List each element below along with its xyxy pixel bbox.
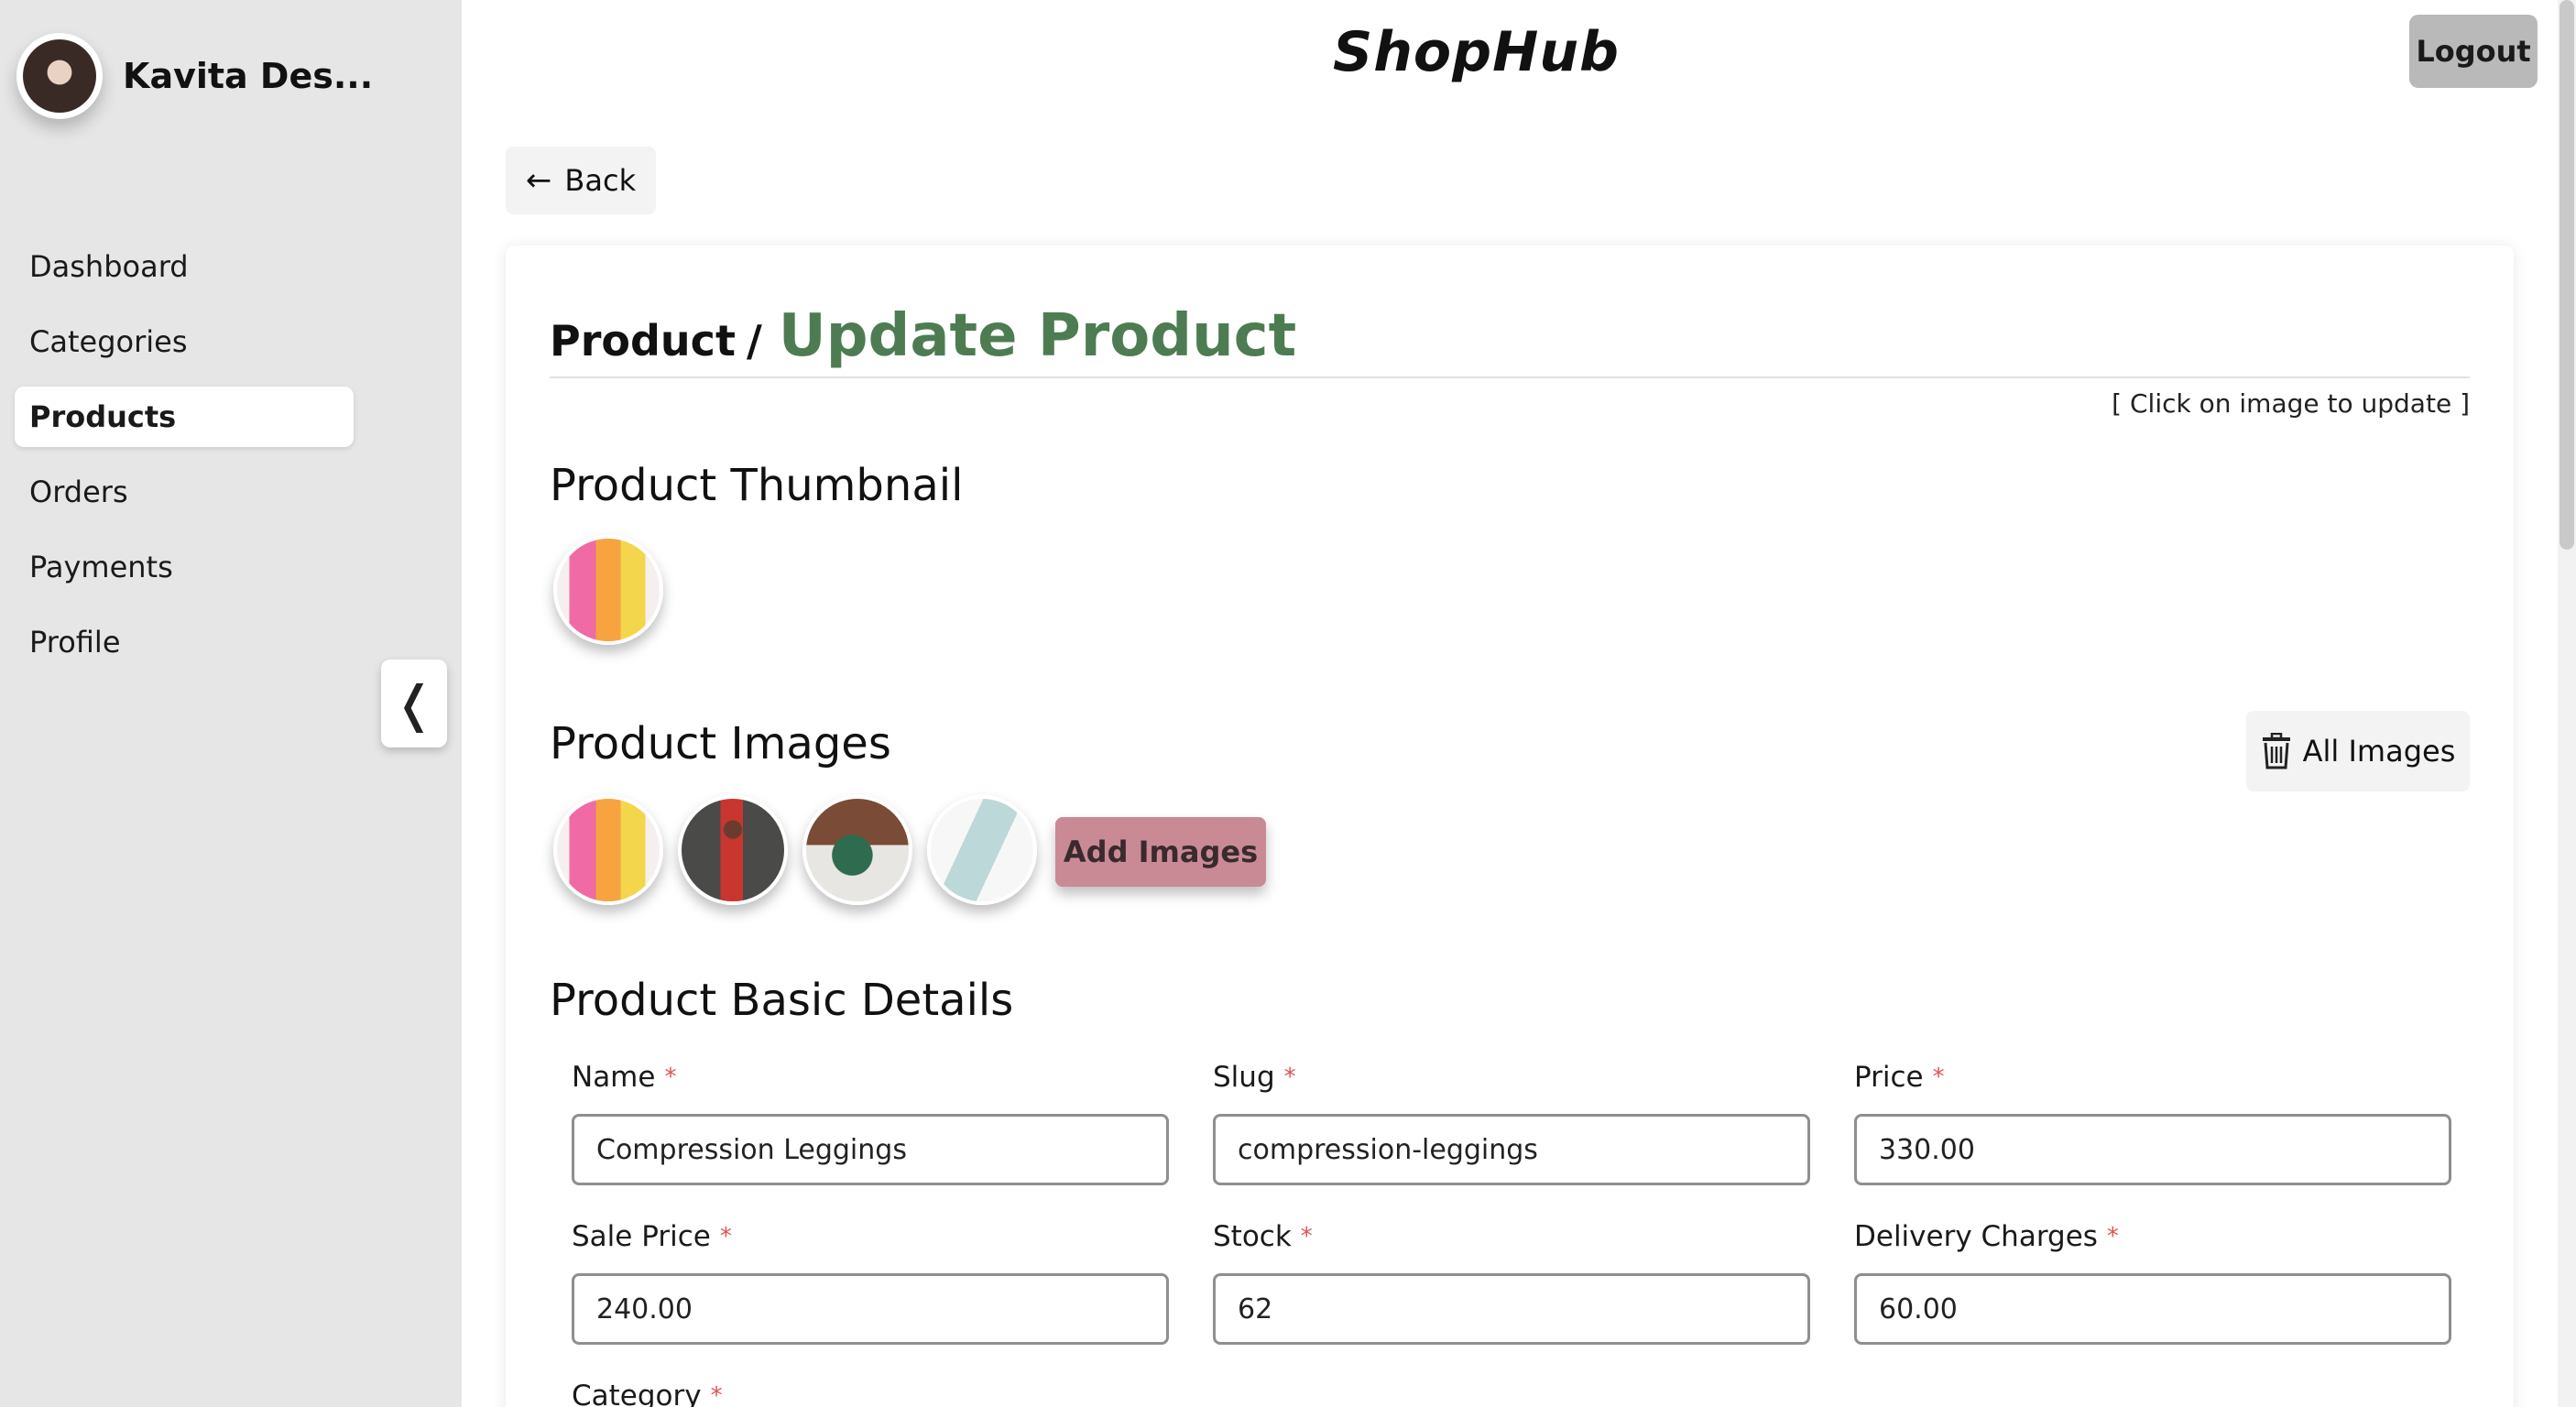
sidebar-item-categories[interactable]: Categories xyxy=(15,311,354,372)
trash-icon xyxy=(2262,733,2290,769)
slug-label-text: Slug xyxy=(1213,1061,1275,1094)
avatar[interactable] xyxy=(16,33,103,119)
stock-label: Stock * xyxy=(1213,1216,1810,1257)
back-label: Back xyxy=(564,163,637,198)
sale-price-label: Sale Price * xyxy=(572,1216,1169,1257)
breadcrumb-root[interactable]: Product xyxy=(550,316,736,365)
slug-field: Slug * xyxy=(1213,1057,1810,1185)
required-mark: * xyxy=(1300,1223,1313,1250)
brand-logo[interactable]: ShopHub xyxy=(1333,20,1620,84)
sale-price-label-text: Sale Price xyxy=(572,1220,711,1253)
required-mark: * xyxy=(710,1382,723,1407)
page-title: Update Product xyxy=(778,302,1297,370)
breadcrumb-separator: / xyxy=(746,316,762,365)
product-form-card: Product / Update Product [ Click on imag… xyxy=(506,245,2514,1407)
collapse-sidebar-button[interactable]: ❬ xyxy=(381,660,447,747)
stock-input[interactable] xyxy=(1213,1273,1810,1345)
sale-price-input[interactable] xyxy=(572,1273,1169,1345)
name-label-text: Name xyxy=(572,1061,656,1094)
name-input[interactable] xyxy=(572,1114,1169,1185)
sidebar-item-profile[interactable]: Profile xyxy=(15,612,354,672)
delivery-charges-label: Delivery Charges * xyxy=(1854,1216,2451,1257)
sidebar-item-products[interactable]: Products xyxy=(15,387,354,447)
category-label: Category * xyxy=(572,1376,1169,1407)
chevron-left-icon: ❬ xyxy=(393,674,435,733)
name-label: Name * xyxy=(572,1057,1169,1097)
slug-input[interactable] xyxy=(1213,1114,1810,1185)
arrow-left-icon: ← xyxy=(525,162,552,199)
sale-price-field: Sale Price * xyxy=(572,1216,1169,1345)
delivery-charges-label-text: Delivery Charges xyxy=(1854,1220,2098,1253)
required-mark: * xyxy=(719,1223,732,1250)
thumbnail-section-title: Product Thumbnail xyxy=(550,460,964,511)
product-image[interactable] xyxy=(927,795,1037,905)
price-label: Price * xyxy=(1854,1057,2451,1097)
price-label-text: Price xyxy=(1854,1061,1924,1094)
avatar-image xyxy=(23,39,96,113)
slug-label: Slug * xyxy=(1213,1057,1810,1097)
title-divider xyxy=(550,376,2470,378)
name-field: Name * xyxy=(572,1057,1169,1185)
required-mark: * xyxy=(2106,1223,2119,1250)
sidebar: Kavita Des... Dashboard Categories Produ… xyxy=(0,0,462,1407)
category-field: Category * xyxy=(572,1376,1169,1407)
product-image[interactable] xyxy=(553,795,663,905)
category-label-text: Category xyxy=(572,1380,702,1407)
sidebar-item-payments[interactable]: Payments xyxy=(15,537,354,597)
required-mark: * xyxy=(1283,1063,1296,1091)
delivery-charges-input[interactable] xyxy=(1854,1273,2451,1345)
delete-all-label: All Images xyxy=(2302,734,2456,769)
image-update-hint: [ Click on image to update ] xyxy=(2112,388,2470,419)
thumbnail-image[interactable] xyxy=(553,535,663,645)
delivery-charges-field: Delivery Charges * xyxy=(1854,1216,2451,1345)
product-image[interactable] xyxy=(678,795,788,905)
sidebar-item-orders[interactable]: Orders xyxy=(15,462,354,522)
delete-all-images-button[interactable]: All Images xyxy=(2246,711,2470,791)
logout-button[interactable]: Logout xyxy=(2409,15,2538,88)
stock-field: Stock * xyxy=(1213,1216,1810,1345)
required-mark: * xyxy=(1932,1063,1945,1091)
required-mark: * xyxy=(664,1063,677,1091)
basic-details-title: Product Basic Details xyxy=(550,975,1014,1026)
back-button[interactable]: ← Back xyxy=(506,147,656,214)
breadcrumb: Product / Update Product xyxy=(550,302,1296,370)
scrollbar-thumb[interactable] xyxy=(2560,0,2574,550)
price-field: Price * xyxy=(1854,1057,2451,1185)
add-images-button[interactable]: Add Images xyxy=(1055,817,1266,887)
sidebar-nav: Dashboard Categories Products Orders Pay… xyxy=(15,236,354,687)
username: Kavita Des... xyxy=(123,56,374,96)
user-profile[interactable]: Kavita Des... xyxy=(16,33,373,119)
stock-label-text: Stock xyxy=(1213,1220,1292,1253)
sidebar-item-dashboard[interactable]: Dashboard xyxy=(15,236,354,297)
product-image[interactable] xyxy=(802,795,912,905)
price-input[interactable] xyxy=(1854,1114,2451,1185)
images-section-title: Product Images xyxy=(550,718,891,769)
